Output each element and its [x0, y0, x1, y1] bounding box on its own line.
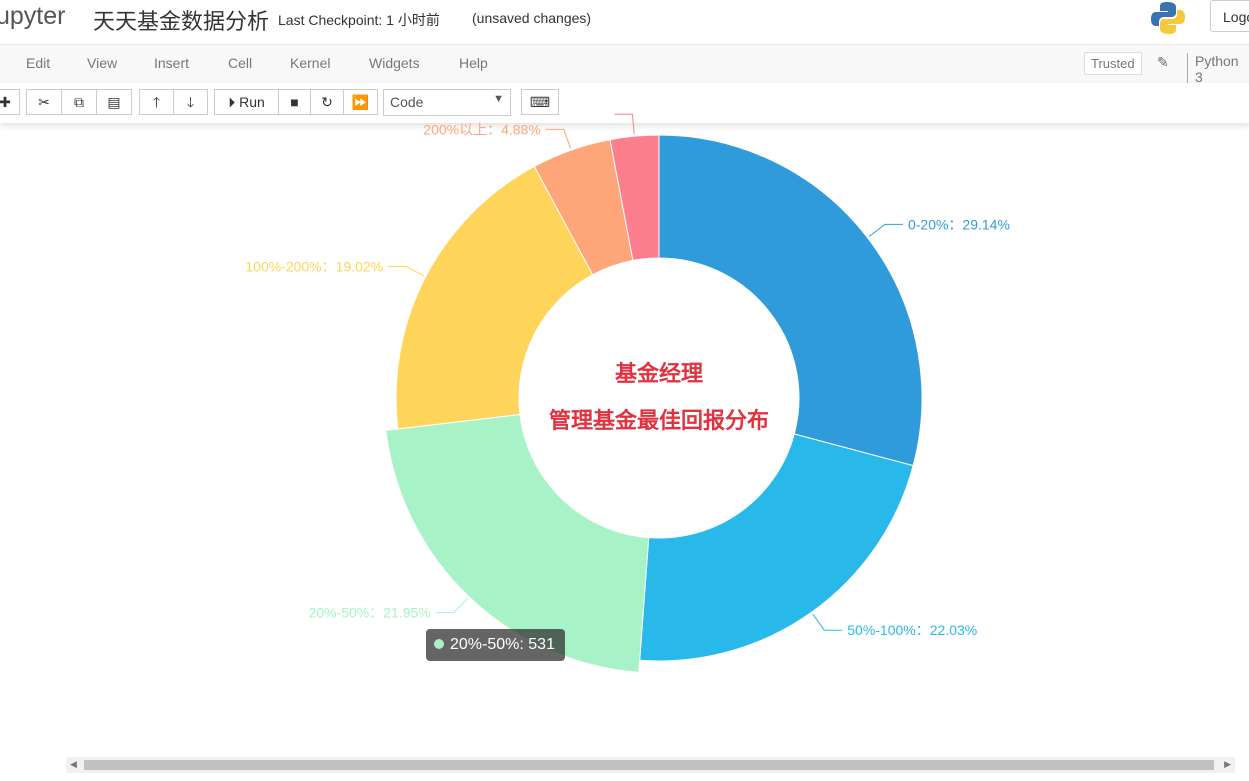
label-leader-line	[435, 597, 468, 614]
tooltip-text: 20%-50%: 531	[450, 636, 555, 653]
scroll-left-icon[interactable]: ◀	[70, 759, 77, 770]
label-leader-line	[614, 113, 635, 135]
chart-subtitle: 管理基金最佳回报分布	[549, 408, 769, 434]
slice-label: 0-20%：29.14%	[908, 216, 1010, 232]
horizontal-scrollbar[interactable]: ◀ ▶	[66, 757, 1235, 773]
slice-label: 100%-200%：19.02%	[245, 259, 383, 275]
slice-label: 50%-100%：22.03%	[847, 622, 977, 638]
label-leader-line	[812, 613, 843, 631]
chart-title: 基金经理	[615, 361, 703, 387]
slice-label: 20%-50%：21.95%	[309, 605, 431, 621]
pie-chart: 0-20%：29.14% 50%-100%：22.03% 20%-50%：21.95…	[245, 113, 1010, 673]
label-leader-line	[868, 223, 903, 237]
scroll-right-icon[interactable]: ▶	[1224, 759, 1231, 770]
slice-label: 200%以上：4.88%	[423, 121, 541, 137]
label-leader-line	[545, 128, 571, 149]
scrollbar-thumb[interactable]	[84, 760, 1214, 770]
chart-tooltip: 20%-50%: 531	[426, 629, 565, 661]
label-leader-line	[388, 266, 425, 277]
tooltip-marker	[434, 639, 444, 649]
